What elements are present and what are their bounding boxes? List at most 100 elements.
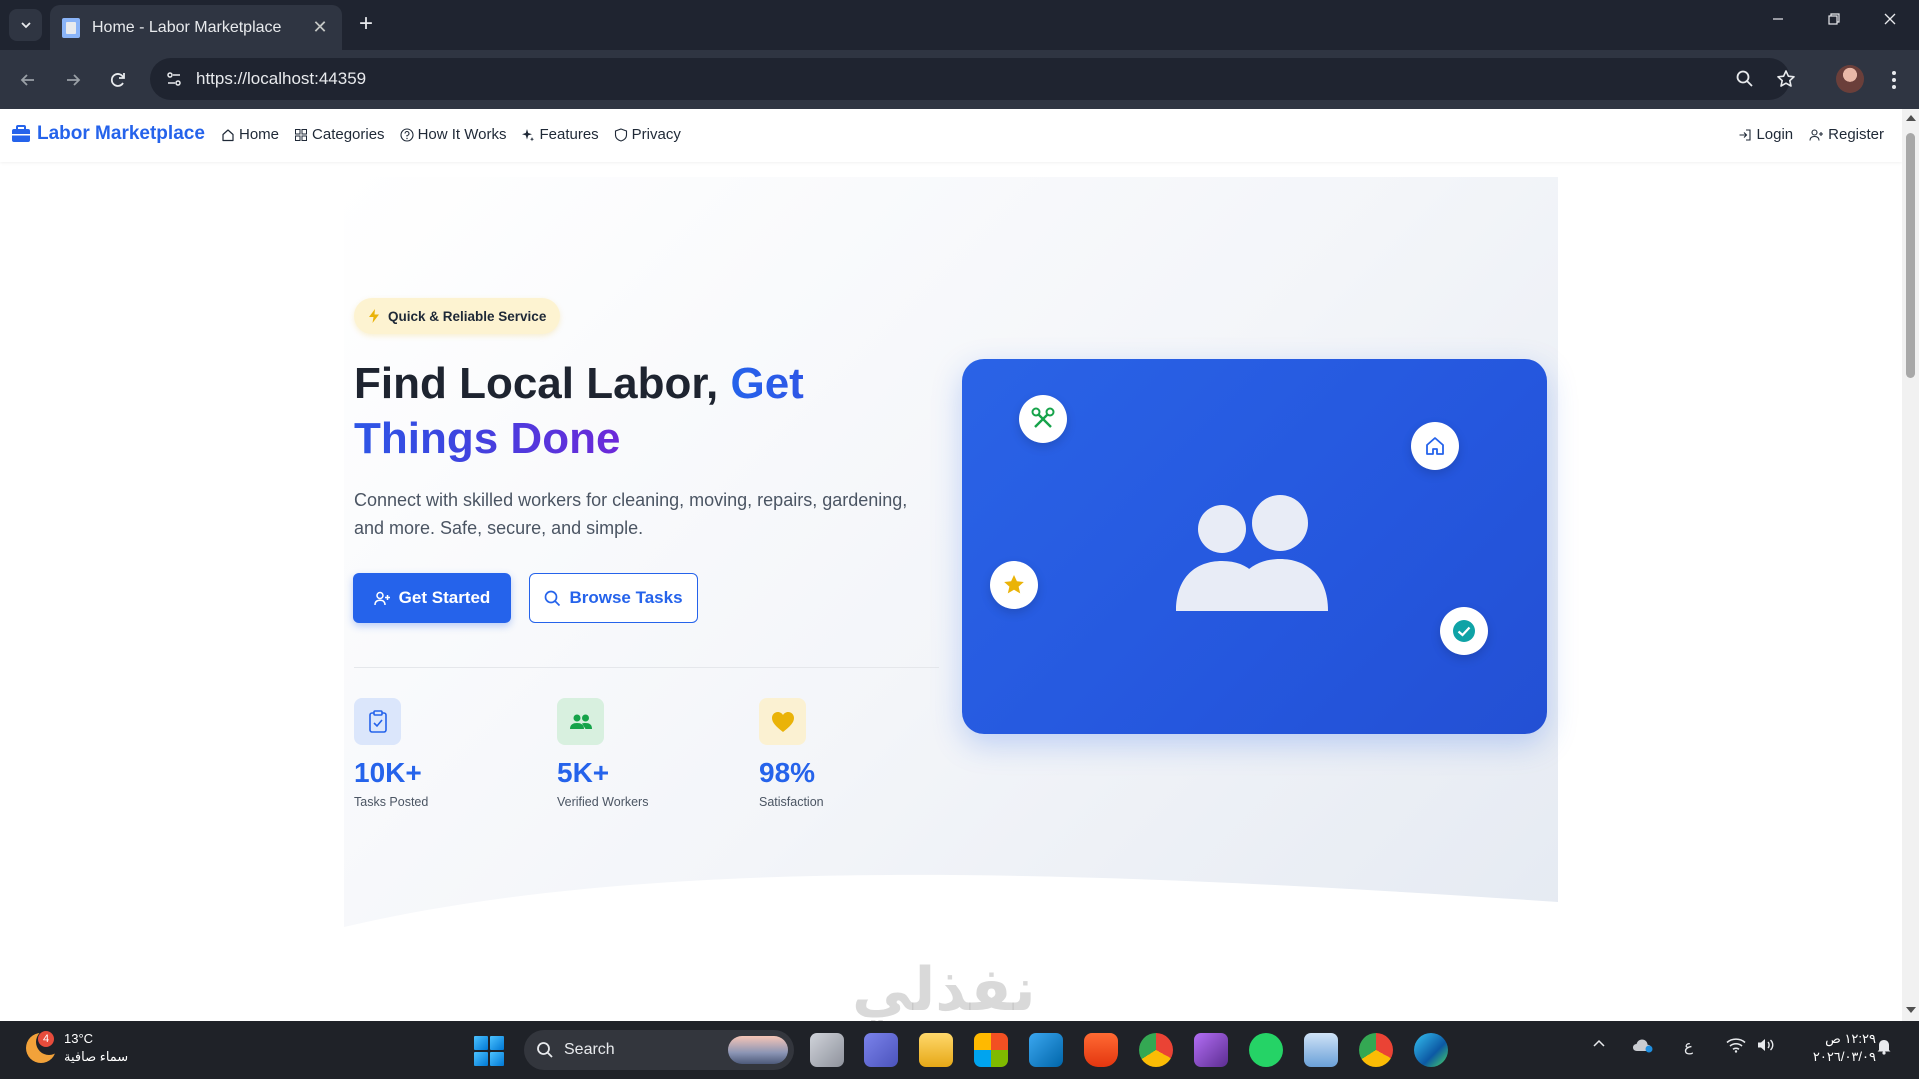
register-link[interactable]: Register [1809,126,1884,143]
browser-menu-button[interactable] [1884,66,1904,94]
url-text[interactable]: https://localhost:44359 [196,69,366,89]
star-bubble [990,561,1038,609]
nav-link-privacy[interactable]: Privacy [614,126,681,143]
chrome-profile-icon[interactable] [1359,1033,1393,1067]
clipboard-check-icon [354,698,401,745]
people-group-icon [1176,495,1328,611]
check-bubble [1440,607,1488,655]
minimize-icon [1773,18,1783,20]
weather-widget[interactable]: 4 13°C سماء صافية [26,1029,128,1066]
nav-link-categories[interactable]: Categories [294,126,385,143]
stat-value: 98% [759,757,816,788]
hero-illustration [962,359,1547,734]
profile-avatar[interactable] [1836,65,1864,93]
browse-tasks-label: Browse Tasks [569,588,683,607]
stat-label: Tasks Posted [354,795,429,809]
scroll-down-arrow-icon[interactable] [1906,1007,1916,1013]
zoom-button[interactable] [1734,68,1756,90]
tune-icon [167,72,181,86]
service-badge: Quick & Reliable Service [354,298,561,334]
vscode-icon[interactable] [1029,1033,1063,1067]
teams-icon[interactable] [864,1033,898,1067]
register-label: Register [1828,126,1884,143]
brave-icon[interactable] [1084,1033,1118,1067]
get-started-button[interactable]: Get Started [353,573,511,623]
brand-link[interactable]: Labor Marketplace [11,123,205,145]
volume-icon[interactable] [1756,1037,1776,1057]
search-icon [537,1042,553,1058]
close-icon [1884,13,1896,25]
stat-tasks-posted: 10K+ Tasks Posted [354,698,534,809]
stat-value: 10K+ [354,757,422,788]
arrow-left-icon [20,74,34,86]
clock-date: ٢٠٢٦/٠٣/٠٩ [1812,1049,1876,1064]
brand-name: Labor Marketplace [37,123,205,144]
scroll-up-arrow-icon[interactable] [1906,115,1916,121]
page-scrollbar[interactable] [1902,109,1919,1021]
monitor-app-icon[interactable] [1304,1033,1338,1067]
nav-link-home[interactable]: Home [221,126,279,143]
question-circle-icon [400,127,414,142]
tools-bubble [1019,395,1067,443]
visual-studio-icon[interactable] [1194,1033,1228,1067]
back-button[interactable] [14,66,42,94]
page-viewport: Labor Marketplace Home Categories How It… [0,109,1902,1021]
heart-icon [759,698,806,745]
close-window-button[interactable] [1870,12,1910,31]
forward-button[interactable] [59,66,87,94]
login-link[interactable]: Login [1738,126,1793,143]
edge-icon[interactable] [1414,1033,1448,1067]
zoom-icon [1736,70,1753,87]
restore-button[interactable] [1814,12,1854,31]
hero-title-plain: Find Local Labor, [354,359,731,408]
home-bubble [1411,422,1459,470]
nav-link-features[interactable]: Features [521,126,599,143]
chevron-down-icon [20,22,31,29]
reload-button[interactable] [104,66,132,94]
browser-toolbar: https://localhost:44359 [0,50,1919,109]
wifi-icon[interactable] [1726,1037,1746,1057]
nav-links: Home Categories How It Works Features Pr… [221,126,681,143]
microsoft-store-icon[interactable] [974,1033,1008,1067]
minimize-button[interactable] [1758,12,1798,31]
taskbar-search[interactable]: Search [524,1030,794,1070]
tab-search-button[interactable] [9,9,42,41]
start-button[interactable] [474,1036,504,1066]
whatsapp-icon[interactable] [1249,1033,1283,1067]
star-outline-icon [1777,70,1795,87]
browser-tab[interactable]: Home - Labor Marketplace ✕ [50,5,342,50]
system-clock[interactable]: ١٢:٢٩ ص ٢٠٢٦/٠٣/٠٩ [1790,1030,1876,1066]
onedrive-icon[interactable] [1632,1037,1654,1057]
get-started-label: Get Started [398,588,491,607]
watermark-text: نفذلي [852,955,1036,1021]
chrome-icon[interactable] [1139,1033,1173,1067]
arrow-right-icon [67,74,81,86]
scroll-thumb[interactable] [1906,133,1915,378]
auth-links: Login Register [1738,126,1884,143]
search-highlight-image [728,1036,788,1064]
file-explorer-icon[interactable] [919,1033,953,1067]
home-icon [1426,437,1444,455]
star-icon [1004,575,1024,594]
badge-text: Quick & Reliable Service [388,308,547,324]
new-tab-button[interactable]: + [352,11,380,39]
clock-time: ١٢:٢٩ ص [1825,1031,1876,1046]
hero-wave-divider [344,874,1558,947]
weather-description: سماء صافية [64,1049,129,1064]
address-bar[interactable]: https://localhost:44359 [150,58,1795,100]
tray-overflow-icon[interactable] [1592,1037,1606,1055]
check-circle-icon [1453,620,1475,642]
stat-label: Verified Workers [557,795,649,809]
site-info-button[interactable] [162,67,186,91]
browser-tab-bar: Home - Labor Marketplace ✕ + [0,0,1919,50]
notification-bell-icon[interactable] [1876,1037,1892,1059]
weather-text: 13°C سماء صافية [64,1030,128,1066]
tab-close-icon[interactable]: ✕ [310,17,330,38]
bookmark-button[interactable] [1775,68,1797,90]
input-language-indicator[interactable]: ع [1684,1037,1693,1055]
nav-link-how-it-works[interactable]: How It Works [400,126,506,143]
login-icon [1739,128,1751,141]
reload-icon [110,73,125,87]
task-view-icon[interactable] [810,1033,844,1067]
browse-tasks-button[interactable]: Browse Tasks [529,573,698,623]
